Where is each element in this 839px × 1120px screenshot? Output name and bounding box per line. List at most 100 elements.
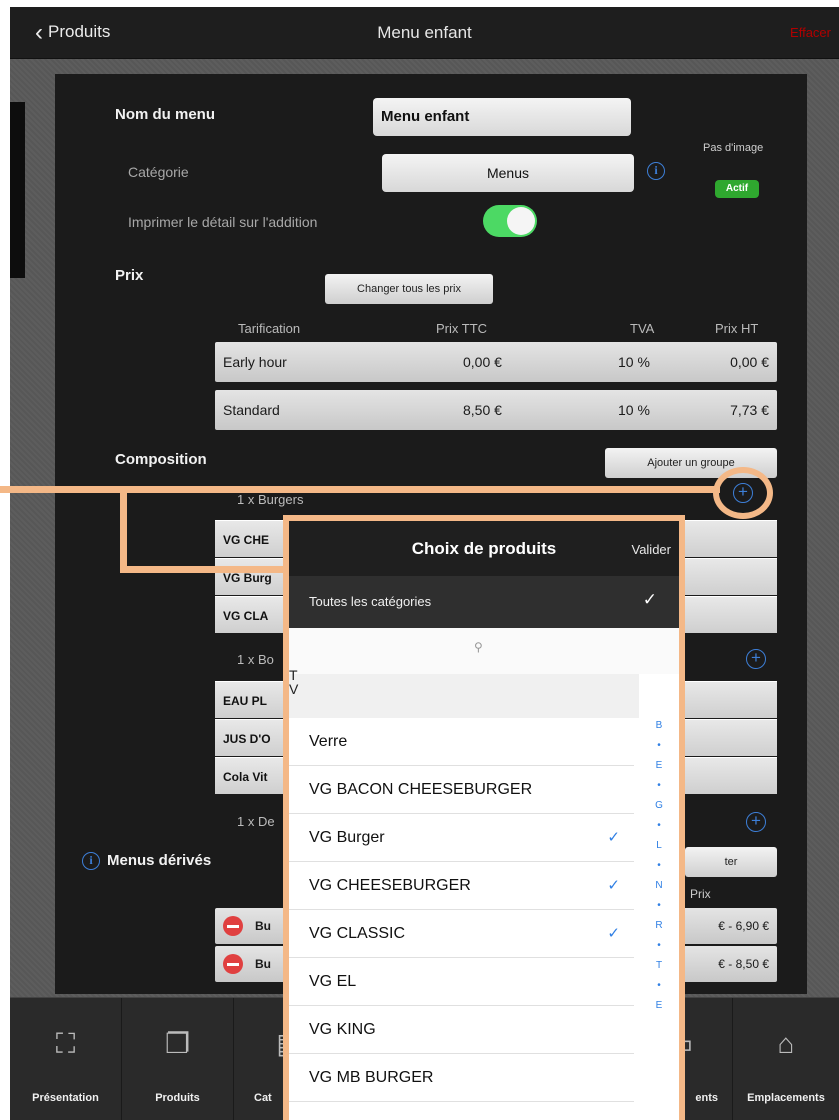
add-product-icon[interactable]: +: [733, 483, 753, 503]
index-dot[interactable]: •: [651, 736, 667, 756]
add-derived-button[interactable]: ter: [685, 847, 777, 877]
index-dot[interactable]: •: [651, 976, 667, 996]
print-detail-toggle[interactable]: [483, 205, 537, 237]
product-name: VG KING: [309, 1021, 376, 1038]
alphabet-index[interactable]: B • E • G • L • N • R • T • E: [651, 716, 667, 1016]
header-tarification: Tarification: [238, 321, 301, 336]
price-row-ttc: 0,00 €: [463, 354, 502, 370]
price-row-ht: 0,00 €: [730, 354, 769, 370]
index-dot[interactable]: •: [651, 776, 667, 796]
tab-label: Présentation: [32, 1092, 99, 1104]
price-row[interactable]: Early hour 0,00 € 10 % 0,00 €: [215, 342, 777, 382]
price-row-tva: 10 %: [618, 354, 650, 370]
derived-menu-price: € - 6,90 €: [718, 919, 769, 933]
derived-menus-label: Menus dérivés: [107, 852, 212, 869]
category-filter-row[interactable]: Toutes les catégories ✓: [289, 576, 679, 628]
category-select[interactable]: Menus: [382, 154, 634, 192]
derived-price-header: Prix: [690, 887, 711, 901]
index-letter[interactable]: E: [651, 756, 667, 776]
price-row[interactable]: Standard 8,50 € 10 % 7,73 €: [215, 390, 777, 430]
index-letter[interactable]: B: [651, 716, 667, 736]
add-product-icon[interactable]: +: [746, 812, 766, 832]
price-row-tva: 10 %: [618, 402, 650, 418]
active-badge[interactable]: Actif: [715, 180, 759, 198]
price-row-ttc: 8,50 €: [463, 402, 502, 418]
product-item[interactable]: Verre: [289, 718, 634, 766]
tab-products[interactable]: ❐ Produits: [122, 998, 234, 1120]
product-item[interactable]: VG EL: [289, 958, 634, 1006]
menu-name-label: Nom du menu: [115, 106, 215, 123]
tab-label: Produits: [155, 1092, 200, 1104]
derived-menu-name: Bu: [255, 919, 271, 933]
derived-menu-name: Bu: [255, 957, 271, 971]
product-picker-popover: Choix de produits Valider Toutes les cat…: [283, 515, 685, 1120]
product-name: VG BACON CHEESEBURGER: [309, 781, 533, 798]
index-letter[interactable]: E: [651, 996, 667, 1016]
product-name: VG CHEESEBURGER: [309, 877, 471, 894]
group-header-desserts: 1 x De: [237, 814, 275, 829]
price-row-tarif: Standard: [223, 402, 280, 418]
change-all-prices-button[interactable]: Changer tous les prix: [325, 274, 493, 304]
product-item[interactable]: VG CHEESEBURGER ✓: [289, 862, 634, 910]
left-black-panel: [10, 102, 25, 278]
group-header-drinks: 1 x Bo: [237, 652, 274, 667]
callout-ring: +: [713, 467, 773, 519]
index-letter[interactable]: G: [651, 796, 667, 816]
building-icon: ⌂: [777, 1028, 795, 1059]
tab-label: Emplacements: [747, 1092, 825, 1104]
add-product-icon[interactable]: +: [746, 649, 766, 669]
tab-presentation[interactable]: ⛶ Présentation: [10, 998, 122, 1120]
header-price-ttc: Prix TTC: [436, 321, 488, 336]
checkmark-icon: ✓: [607, 877, 620, 894]
index-dot[interactable]: •: [651, 856, 667, 876]
callout-line: [120, 486, 720, 493]
callout-line: [0, 486, 120, 493]
section-letters: T V: [289, 667, 299, 697]
index-letter[interactable]: N: [651, 876, 667, 896]
validate-button[interactable]: Valider: [631, 542, 671, 557]
popover-header: Choix de produits Valider: [289, 521, 679, 576]
clear-button[interactable]: Effacer: [790, 25, 831, 40]
index-dot[interactable]: •: [651, 816, 667, 836]
product-item[interactable]: VG CLASSIC ✓: [289, 910, 634, 958]
callout-line: [120, 566, 288, 573]
callout-line: [120, 486, 127, 572]
checkmark-icon: ✓: [607, 925, 620, 942]
delete-icon[interactable]: [223, 954, 243, 974]
product-item[interactable]: VG MB BURGER: [289, 1054, 634, 1102]
toggle-knob: [507, 207, 535, 235]
header-vat: TVA: [630, 321, 655, 336]
index-letter[interactable]: R: [651, 916, 667, 936]
info-icon[interactable]: i: [82, 852, 100, 870]
index-letter[interactable]: L: [651, 836, 667, 856]
index-dot[interactable]: •: [651, 896, 667, 916]
group-header-burgers: 1 x Burgers: [237, 492, 304, 507]
search-bar[interactable]: ⚲: [289, 628, 679, 674]
documents-icon: ❐: [164, 1028, 191, 1059]
section-header: T V: [289, 668, 639, 718]
popover-title: Choix de produits: [411, 539, 557, 558]
checkmark-icon: ✓: [642, 590, 657, 609]
product-name: VG CLASSIC: [309, 925, 406, 942]
derived-menu-price: € - 8,50 €: [718, 957, 769, 971]
navigation-bar: ‹ Produits Menu enfant Effacer: [10, 7, 839, 59]
index-letter[interactable]: T: [651, 956, 667, 976]
presentation-board-icon: ⛶: [55, 1028, 76, 1059]
menu-name-input[interactable]: Menu enfant: [373, 98, 631, 136]
search-icon: ⚲: [474, 640, 483, 654]
delete-icon[interactable]: [223, 916, 243, 936]
print-detail-label: Imprimer le détail sur l'addition: [128, 214, 318, 230]
info-icon[interactable]: i: [647, 162, 665, 180]
product-name: VG MB BURGER: [309, 1069, 434, 1086]
product-item[interactable]: VG KING: [289, 1006, 634, 1054]
composition-label: Composition: [115, 451, 207, 468]
product-name: Verre: [309, 733, 348, 750]
product-item[interactable]: VG BACON CHEESEBURGER: [289, 766, 634, 814]
product-item[interactable]: VG Burger ✓: [289, 814, 634, 862]
page-title: Menu enfant: [377, 23, 472, 42]
category-filter-label: Toutes les catégories: [309, 594, 432, 609]
prices-label: Prix: [115, 267, 144, 284]
tab-locations[interactable]: ⌂ Emplacements: [733, 998, 839, 1120]
index-dot[interactable]: •: [651, 936, 667, 956]
product-name: VG Burger: [309, 829, 385, 846]
